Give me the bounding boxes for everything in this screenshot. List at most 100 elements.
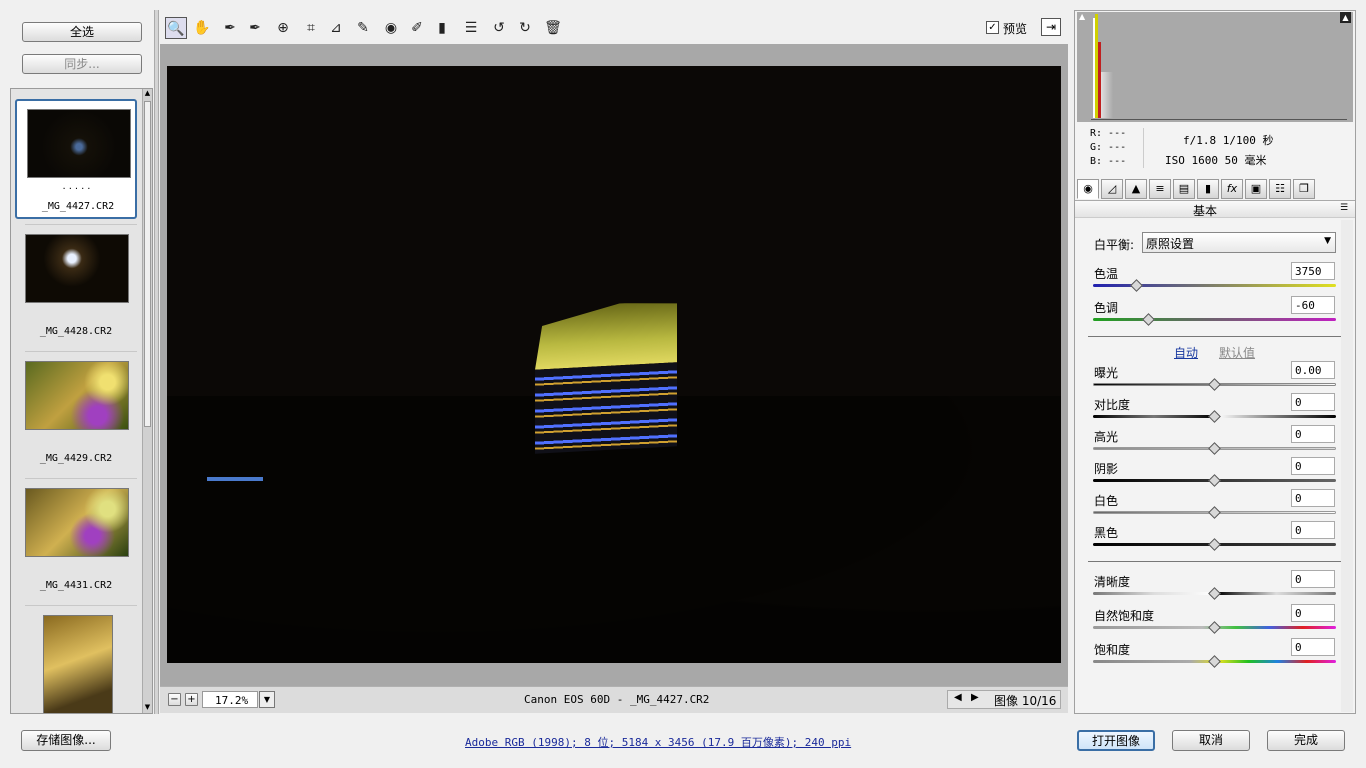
scroll-up-icon[interactable]: ▲ [143, 89, 152, 99]
tint-label: 色调 [1094, 301, 1119, 315]
open-image-button[interactable]: 打开图像 [1077, 730, 1155, 751]
white-balance-label: 白平衡: [1094, 238, 1135, 252]
exposure-label: 曝光 [1094, 366, 1119, 380]
preferences-icon[interactable]: ☰ [460, 17, 482, 39]
color-sampler-tool-icon[interactable]: ✒ [244, 17, 266, 39]
scroll-thumb[interactable] [144, 101, 151, 427]
right-panel-scrollbar[interactable] [1341, 220, 1353, 712]
spot-removal-tool-icon[interactable]: ✎ [352, 17, 374, 39]
blacks-label: 黑色 [1094, 526, 1119, 540]
filmstrip: ..... _MG_4427.CR2 _MG_4428.CR2 _MG_4429… [10, 88, 153, 714]
workflow-options-link[interactable]: Adobe RGB (1998); 8 位; 5184 x 3456 (17.9… [465, 734, 851, 750]
zoom-dropdown-icon[interactable]: ▼ [259, 691, 275, 708]
tint-field[interactable]: -60 [1291, 296, 1335, 314]
contrast-label: 对比度 [1094, 398, 1131, 412]
rotate-cw-icon[interactable]: ↻ [514, 17, 536, 39]
file-name: _MG_4427.CR2 [41, 201, 115, 212]
thumbnail [27, 109, 131, 178]
divider [25, 351, 137, 352]
iso-info: ISO 1600 50 毫米 [1165, 154, 1267, 167]
panel-menu-icon[interactable]: ☰ [1340, 203, 1348, 213]
thumbnail [25, 234, 129, 303]
distant-lights [207, 477, 263, 481]
shadows-field[interactable]: 0 [1291, 457, 1335, 475]
shadows-label: 阴影 [1094, 462, 1119, 476]
graduated-filter-icon[interactable]: ▮ [431, 17, 453, 39]
white-balance-value: 原照设置 [1146, 237, 1195, 251]
film-item-2[interactable]: _MG_4428.CR2 [15, 226, 137, 346]
film-item-5[interactable] [15, 607, 137, 713]
thumbnail [43, 615, 113, 713]
zoom-level-field[interactable]: 17.2% [202, 691, 258, 708]
film-item-4[interactable]: _MG_4431.CR2 [15, 480, 137, 600]
tab-split-toning-icon[interactable]: ▤ [1173, 179, 1195, 199]
panel-splitter[interactable] [154, 10, 159, 714]
vibrance-field[interactable]: 0 [1291, 604, 1335, 622]
highlights-field[interactable]: 0 [1291, 425, 1335, 443]
preview-checkbox[interactable]: ✓ [986, 21, 999, 34]
clarity-field[interactable]: 0 [1291, 570, 1335, 588]
white-balance-dropdown[interactable]: 原照设置 ▼ [1142, 232, 1336, 253]
tab-lens-icon[interactable]: ▮ [1197, 179, 1219, 199]
tint-slider[interactable] [1093, 318, 1336, 321]
rating-dots[interactable]: ..... [17, 181, 139, 192]
temp-field[interactable]: 3750 [1291, 262, 1335, 280]
auto-link[interactable]: 自动 [1174, 344, 1198, 361]
adjustment-brush-icon[interactable]: ✐ [406, 17, 428, 39]
clarity-label: 清晰度 [1094, 575, 1131, 589]
save-image-button[interactable]: 存储图像... [21, 730, 111, 751]
zoom-out-button[interactable]: − [168, 693, 181, 706]
prev-image-icon[interactable]: ◀ [954, 692, 962, 703]
filmstrip-scrollbar[interactable]: ▲ ▼ [142, 89, 152, 713]
toolbar [160, 10, 1068, 44]
info-divider [1143, 128, 1144, 168]
chevron-down-icon: ▼ [1324, 236, 1331, 246]
exposure-info: f/1.8 1/100 秒 [1183, 134, 1274, 147]
red-eye-tool-icon[interactable]: ◉ [380, 17, 402, 39]
highlight-clipping-icon[interactable]: ▲ [1340, 12, 1351, 23]
tab-hsl-icon[interactable]: ≡ [1149, 179, 1171, 199]
straighten-tool-icon[interactable]: ⊿ [325, 17, 347, 39]
tab-camera-calibration-icon[interactable]: ▣ [1245, 179, 1267, 199]
hand-tool-icon[interactable]: ✋ [191, 17, 213, 39]
histogram [1077, 12, 1353, 122]
building [535, 300, 677, 454]
film-item-3[interactable]: _MG_4429.CR2 [15, 353, 137, 473]
temp-label: 色温 [1094, 267, 1119, 281]
scroll-down-icon[interactable]: ▼ [143, 703, 152, 713]
cancel-button[interactable]: 取消 [1172, 730, 1250, 751]
shadow-clipping-icon[interactable]: ▲ [1079, 12, 1089, 22]
thumbnail [25, 488, 129, 557]
whites-field[interactable]: 0 [1291, 489, 1335, 507]
divider [25, 224, 137, 225]
tab-presets-icon[interactable]: ☷ [1269, 179, 1291, 199]
rgb-g: G: --- [1090, 142, 1127, 153]
whites-label: 白色 [1094, 494, 1119, 508]
preview-image[interactable] [167, 66, 1061, 663]
select-all-button[interactable]: 全选 [22, 22, 142, 42]
sync-button[interactable]: 同步... [22, 54, 142, 74]
zoom-tool-icon[interactable]: 🔍 [165, 17, 187, 39]
done-button[interactable]: 完成 [1267, 730, 1345, 751]
thumbnail [25, 361, 129, 430]
tab-snapshots-icon[interactable]: ❐ [1293, 179, 1315, 199]
saturation-field[interactable]: 0 [1291, 638, 1335, 656]
tab-basic-icon[interactable]: ◉ [1077, 179, 1099, 199]
saturation-label: 饱和度 [1094, 643, 1131, 657]
white-balance-tool-icon[interactable]: ✒ [219, 17, 241, 39]
zoom-in-button[interactable]: + [185, 693, 198, 706]
targeted-adjustment-tool-icon[interactable]: ⊕ [272, 17, 294, 39]
tab-tone-curve-icon[interactable]: ◿ [1101, 179, 1123, 199]
next-image-icon[interactable]: ▶ [971, 692, 979, 703]
exposure-field[interactable]: 0.00 [1291, 361, 1335, 379]
tab-fx-icon[interactable]: fx [1221, 179, 1243, 199]
film-item-1[interactable]: ..... _MG_4427.CR2 [15, 99, 137, 219]
crop-tool-icon[interactable]: ⌗ [300, 17, 322, 39]
blacks-field[interactable]: 0 [1291, 521, 1335, 539]
fullscreen-toggle-icon[interactable]: ⇥ [1041, 18, 1061, 36]
trash-icon[interactable]: 🗑 [542, 17, 564, 39]
tab-detail-icon[interactable]: ▲ [1125, 179, 1147, 199]
rotate-ccw-icon[interactable]: ↺ [488, 17, 510, 39]
default-link[interactable]: 默认值 [1219, 344, 1255, 361]
contrast-field[interactable]: 0 [1291, 393, 1335, 411]
